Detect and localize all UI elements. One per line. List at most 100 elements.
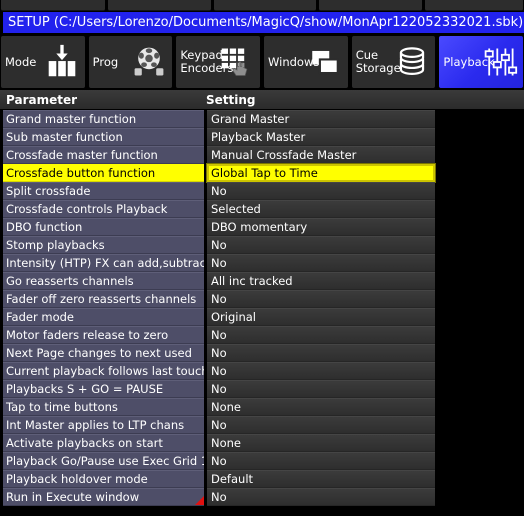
setting-cell[interactable]: Global Tap to Time [206, 163, 436, 183]
setting-cell[interactable]: No [207, 182, 435, 200]
setting-cell[interactable]: No [207, 362, 435, 380]
top-partial-tile-2[interactable] [213, 0, 317, 11]
table-row[interactable]: Current playback follows last touched No [0, 362, 524, 380]
parameter-label: Playback Go/Pause use Exec Grid 1 [6, 454, 204, 468]
parameter-cell[interactable]: Fader off zero reasserts channels [3, 290, 204, 308]
setting-value: No [211, 256, 227, 270]
parameter-label: Run in Execute window [6, 490, 140, 504]
setting-value: None [211, 400, 242, 414]
parameter-label: Crossfade button function [6, 166, 156, 180]
parameter-cell[interactable]: Fader mode [3, 308, 204, 326]
table-row[interactable]: Motor faders release to zero No [0, 326, 524, 344]
setting-value: No [211, 346, 227, 360]
setting-cell[interactable]: Grand Master [207, 110, 435, 128]
table-row[interactable]: Split crossfade No [0, 182, 524, 200]
table-row[interactable]: Intensity (HTP) FX can add,subtract No [0, 254, 524, 272]
parameter-cell[interactable]: Run in Execute window [3, 488, 204, 506]
parameter-cell[interactable]: Crossfade controls Playback [3, 200, 204, 218]
faders-down-arrow-icon [42, 42, 82, 82]
toolbar-button-label: Keypad Encoders [180, 48, 234, 75]
table-row[interactable]: Activate playbacks on start None [0, 434, 524, 452]
setting-cell[interactable]: No [207, 254, 435, 272]
setting-cell[interactable]: No [207, 380, 435, 398]
table-row[interactable]: Crossfade controls Playback Selected [0, 200, 524, 218]
parameter-cell[interactable]: Crossfade button function [3, 164, 204, 182]
parameter-cell[interactable]: Stomp playbacks [3, 236, 204, 254]
toolbar-button-windows[interactable]: Windows [264, 36, 348, 88]
table-row[interactable]: DBO function DBO momentary [0, 218, 524, 236]
setting-cell[interactable]: DBO momentary [207, 218, 435, 236]
table-row[interactable]: Stomp playbacks No [0, 236, 524, 254]
setting-cell[interactable]: All inc tracked [207, 272, 435, 290]
table-row[interactable]: Run in Execute window No [0, 488, 524, 506]
setting-cell[interactable]: No [207, 344, 435, 362]
table-row[interactable]: Playback holdover mode Default [0, 470, 524, 488]
setting-cell[interactable]: No [207, 416, 435, 434]
table-row[interactable]: Tap to time buttons None [0, 398, 524, 416]
parameter-label: Crossfade master function [6, 148, 158, 162]
column-header-parameter: Parameter [6, 92, 78, 107]
table-row[interactable]: Fader mode Original [0, 308, 524, 326]
table-row[interactable]: Crossfade master function Manual Crossfad… [0, 146, 524, 164]
parameter-cell[interactable]: Intensity (HTP) FX can add,subtract [3, 254, 204, 272]
table-row[interactable]: Int Master applies to LTP chans No [0, 416, 524, 434]
toolbar-button-prog[interactable]: Prog [88, 36, 173, 88]
setting-cell[interactable]: No [207, 452, 435, 470]
table-row[interactable]: Next Page changes to next used No [0, 344, 524, 362]
table-row[interactable]: Fader off zero reasserts channels No [0, 290, 524, 308]
top-partial-tile-3[interactable] [319, 0, 423, 11]
parameter-label: Crossfade controls Playback [6, 202, 168, 216]
parameter-cell[interactable]: Grand master function [3, 110, 204, 128]
table-row[interactable]: Sub master function Playback Master [0, 128, 524, 146]
setting-cell[interactable]: Original [207, 308, 435, 326]
parameter-cell[interactable]: Crossfade master function [3, 146, 204, 164]
parameter-label: Go reasserts channels [6, 274, 134, 288]
setting-cell[interactable]: No [207, 326, 435, 344]
setting-cell[interactable]: None [207, 398, 435, 416]
toolbar-button-keypad-encoders[interactable]: Keypad Encoders [176, 36, 261, 88]
parameter-cell[interactable]: Next Page changes to next used [3, 344, 204, 362]
top-partial-tile-1[interactable] [107, 0, 211, 11]
setting-cell[interactable]: No [207, 236, 435, 254]
parameter-cell[interactable]: Playback holdover mode [3, 470, 204, 488]
parameter-label: Stomp playbacks [6, 238, 105, 252]
setting-cell[interactable]: Selected [207, 200, 435, 218]
toolbar-button-playback[interactable]: Playback [439, 36, 524, 88]
parameter-cell[interactable]: Int Master applies to LTP chans [3, 416, 204, 434]
parameter-cell[interactable]: Current playback follows last touched [3, 362, 204, 380]
parameter-cell[interactable]: Playbacks S + GO = PAUSE [3, 380, 204, 398]
setting-value: Original [211, 310, 257, 324]
window-title-bar[interactable]: SETUP (C:/Users/Lorenzo/Documents/MagicQ… [0, 12, 524, 33]
parameter-label: Activate playbacks on start [6, 436, 163, 450]
parameter-cell[interactable]: Tap to time buttons [3, 398, 204, 416]
toolbar-button-cue-storage[interactable]: Cue Storage [351, 36, 436, 88]
parameter-cell[interactable]: Sub master function [3, 128, 204, 146]
setting-cell[interactable]: No [207, 488, 435, 506]
parameter-label: Playback holdover mode [6, 472, 148, 486]
parameter-cell[interactable]: Activate playbacks on start [3, 434, 204, 452]
parameter-cell[interactable]: Playback Go/Pause use Exec Grid 1 [3, 452, 204, 470]
setting-cell[interactable]: Manual Crossfade Master [207, 146, 435, 164]
table-row[interactable]: Go reasserts channels All inc tracked [0, 272, 524, 290]
table-row[interactable]: Crossfade button function Global Tap to T… [0, 163, 524, 183]
parameter-cell[interactable]: Go reasserts channels [3, 272, 204, 290]
setting-cell[interactable]: Playback Master [207, 128, 435, 146]
toolbar-button-label: Playback [443, 54, 495, 69]
table-row[interactable]: Playbacks S + GO = PAUSE No [0, 380, 524, 398]
setting-value: No [211, 238, 227, 252]
setting-value: No [211, 418, 227, 432]
toolbar-button-mode[interactable]: Mode [1, 36, 85, 88]
toolbar-button-label: Windows [268, 54, 320, 69]
table-row[interactable]: Playback Go/Pause use Exec Grid 1 No [0, 452, 524, 470]
setting-cell[interactable]: No [207, 290, 435, 308]
parameter-cell[interactable]: DBO function [3, 218, 204, 236]
parameter-cell[interactable]: Motor faders release to zero [3, 326, 204, 344]
top-partial-tile-0[interactable] [1, 0, 105, 11]
table-body: Grand master function Grand Master Sub mas… [0, 110, 524, 506]
setting-cell[interactable]: Default [207, 470, 435, 488]
top-partial-tile-4[interactable] [425, 0, 524, 11]
setting-value: No [211, 328, 227, 342]
parameter-cell[interactable]: Split crossfade [3, 182, 204, 200]
table-row[interactable]: Grand master function Grand Master [0, 110, 524, 128]
setting-cell[interactable]: None [207, 434, 435, 452]
